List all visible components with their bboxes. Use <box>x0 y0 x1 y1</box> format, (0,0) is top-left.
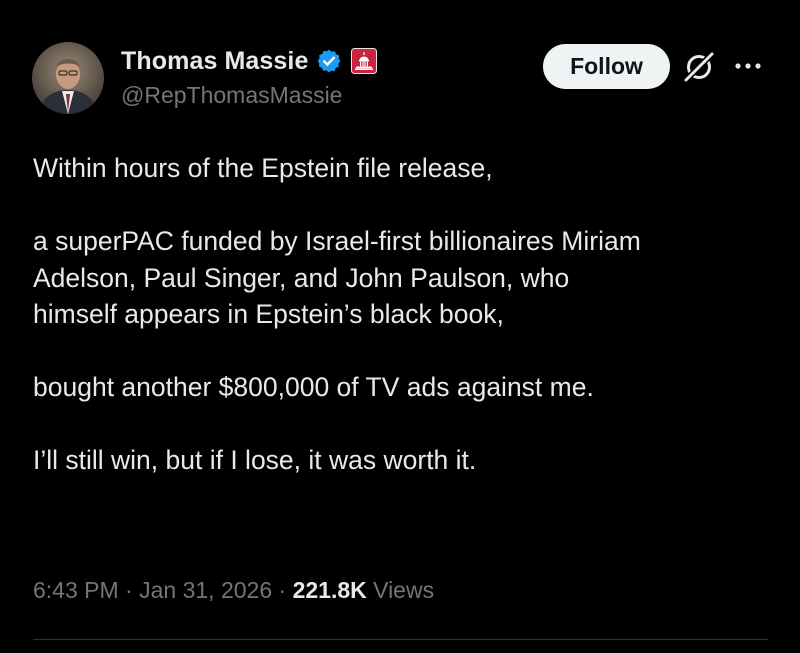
tweet-time[interactable]: 6:43 PM <box>33 577 119 603</box>
tweet-metadata: 6:43 PM · Jan 31, 2026 · 221.8K Views <box>33 577 434 604</box>
views-count[interactable]: 221.8K <box>293 577 367 603</box>
tweet-text: Within hours of the Epstein file release… <box>33 150 778 515</box>
author-handle[interactable]: @RepThomasMassie <box>121 82 342 109</box>
us-capitol-icon[interactable] <box>351 48 378 74</box>
verified-badge-icon[interactable] <box>316 48 342 74</box>
avatar[interactable] <box>32 42 104 114</box>
views-label: Views <box>373 577 435 603</box>
tweet-paragraph: Within hours of the Epstein file release… <box>33 153 493 183</box>
follow-button[interactable]: Follow <box>543 44 670 89</box>
more-options-icon[interactable] <box>730 58 766 74</box>
grok-icon[interactable] <box>682 50 716 84</box>
tweet-date[interactable]: Jan 31, 2026 <box>139 577 272 603</box>
meta-separator: · <box>118 577 140 603</box>
tweet-card: Thomas Massie @RepThomasMassie Follow Wi… <box>0 0 800 653</box>
tweet-paragraph: bought another $800,000 of TV ads agains… <box>33 372 594 402</box>
author-display-name[interactable]: Thomas Massie <box>121 47 308 76</box>
tweet-paragraph: a superPAC funded by Israel-first billio… <box>33 226 641 329</box>
author-name-row: Thomas Massie <box>121 44 378 78</box>
meta-separator: · <box>272 577 293 603</box>
divider <box>33 639 768 640</box>
tweet-paragraph: I’ll still win, but if I lose, it was wo… <box>33 445 477 475</box>
